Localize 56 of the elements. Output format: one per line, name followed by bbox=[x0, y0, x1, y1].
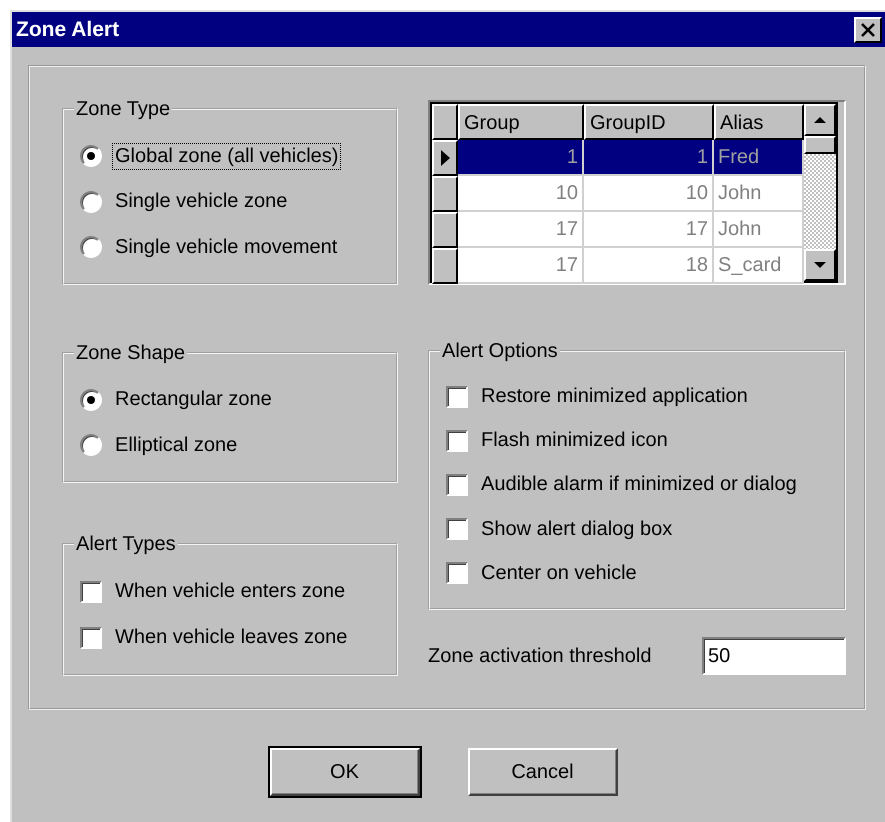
checkbox-label[interactable]: When vehicle enters zone bbox=[112, 578, 348, 605]
checkbox-label[interactable]: When vehicle leaves zone bbox=[112, 624, 350, 651]
table-cell: John bbox=[714, 212, 804, 248]
table-cell: 1 bbox=[584, 140, 714, 176]
scroll-down-icon bbox=[813, 261, 827, 269]
close-icon bbox=[860, 22, 876, 36]
radio-button[interactable] bbox=[80, 145, 102, 167]
close-button[interactable] bbox=[854, 16, 882, 42]
radio-label[interactable]: Rectangular zone bbox=[112, 386, 275, 414]
radio-label[interactable]: Single vehicle zone bbox=[112, 188, 290, 215]
checkbox-label[interactable]: Show alert dialog box bbox=[478, 516, 676, 543]
table-cell: 10 bbox=[458, 176, 584, 212]
radio-button[interactable] bbox=[80, 190, 102, 212]
table-cell: John bbox=[714, 176, 804, 212]
checkbox-label[interactable]: Restore minimized application bbox=[478, 383, 751, 410]
row-selector[interactable] bbox=[432, 176, 458, 212]
window-title: Zone Alert bbox=[16, 18, 120, 42]
column-header[interactable]: Group bbox=[458, 104, 584, 140]
corner-cell bbox=[432, 104, 458, 140]
dialog-button[interactable]: Cancel bbox=[468, 748, 618, 796]
table-cell: 10 bbox=[584, 176, 714, 212]
row-selector[interactable] bbox=[432, 212, 458, 248]
table-cell: 17 bbox=[458, 248, 584, 284]
current-row-icon bbox=[439, 149, 451, 167]
scroll-bar[interactable] bbox=[804, 102, 838, 283]
table-cell: 17 bbox=[458, 212, 584, 248]
dialog-button[interactable]: OK bbox=[270, 748, 420, 796]
row-selector[interactable] bbox=[432, 140, 458, 176]
checkbox[interactable] bbox=[446, 518, 468, 540]
radio-label[interactable]: Single vehicle movement bbox=[112, 234, 340, 260]
checkbox[interactable] bbox=[80, 580, 102, 602]
table-cell: 17 bbox=[584, 212, 714, 248]
radio-button[interactable] bbox=[80, 434, 102, 456]
radio-button[interactable] bbox=[80, 388, 102, 411]
threshold-field[interactable]: 50 bbox=[702, 637, 846, 675]
radio-label[interactable]: Elliptical zone bbox=[112, 432, 240, 459]
scroll-up-icon bbox=[813, 116, 827, 124]
checkbox[interactable] bbox=[446, 430, 468, 452]
table-cell: S_card bbox=[714, 248, 804, 284]
checkbox[interactable] bbox=[446, 474, 468, 496]
checkbox[interactable] bbox=[446, 562, 468, 584]
column-header[interactable]: Alias bbox=[714, 104, 804, 140]
radio-label[interactable]: Global zone (all vehicles) bbox=[112, 142, 342, 170]
column-header[interactable]: GroupID bbox=[584, 104, 714, 140]
checkbox[interactable] bbox=[446, 386, 468, 408]
row-selector[interactable] bbox=[432, 248, 458, 284]
table-cell: 18 bbox=[584, 248, 714, 284]
checkbox[interactable] bbox=[80, 626, 102, 648]
checkbox-label[interactable]: Center on vehicle bbox=[478, 560, 640, 587]
checkbox-label[interactable]: Flash minimized icon bbox=[478, 427, 671, 454]
checkbox-label[interactable]: Audible alarm if minimized or dialog bbox=[478, 471, 800, 498]
radio-button[interactable] bbox=[80, 236, 102, 258]
table-cell: 1 bbox=[458, 140, 584, 176]
field-label: Zone activation threshold bbox=[428, 644, 652, 668]
scroll-thumb[interactable] bbox=[804, 136, 836, 154]
table-cell: Fred bbox=[714, 140, 804, 176]
